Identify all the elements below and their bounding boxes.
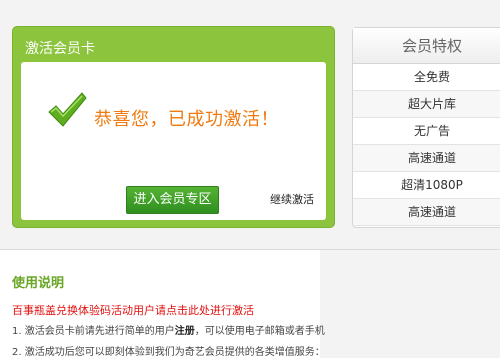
member-benefits-panel: 会员特权 全免费 超大片库 无广告 高速通道 超清1080P 高速通道 bbox=[352, 27, 500, 228]
benefit-item: 无广告 bbox=[353, 118, 500, 145]
success-message: 恭喜您，已成功激活！ bbox=[94, 109, 279, 130]
pepsi-activation-link[interactable]: 百事瓶盖兑换体验码活动用户请点击此处进行激活 bbox=[12, 302, 254, 318]
card-body: 恭喜您，已成功激活！ 进入会员专区 继续激活 bbox=[21, 62, 326, 220]
instructions-title: 使用说明 bbox=[12, 276, 65, 291]
instructions-section: 使用说明 百事瓶盖兑换体验码活动用户请点击此处进行激活 1. 激活会员卡前请先进… bbox=[0, 250, 325, 358]
benefit-item: 超大片库 bbox=[353, 91, 500, 118]
checkmark-icon bbox=[48, 92, 87, 127]
instruction-line-1: 1. 激活会员卡前请先进行简单的用户注册，可以使用电子邮箱或者手机 bbox=[12, 322, 325, 337]
instruction-line-2: 2. 激活成功后您可以即刻体验到我们为奇艺会员提供的各类增值服务： bbox=[12, 347, 325, 358]
instruction-text: ，可以使用电子邮箱或者手机 bbox=[194, 326, 325, 337]
card-title: 激活会员卡 bbox=[25, 41, 95, 57]
instruction-text: 1. 激活会员卡前请先进行简单的用户 bbox=[12, 326, 175, 337]
benefit-item: 全免费 bbox=[353, 64, 500, 91]
register-link[interactable]: 注册 bbox=[175, 326, 195, 337]
continue-activate-link[interactable]: 继续激活 bbox=[270, 191, 314, 207]
benefit-item: 高速通道 bbox=[353, 199, 500, 226]
benefit-item: 高速通道 bbox=[353, 145, 500, 172]
benefit-item: 超清1080P bbox=[353, 172, 500, 199]
activation-card: 激活会员卡 恭喜您，已成功激活！ 进入会员专区 继续激活 bbox=[12, 26, 335, 228]
benefits-title: 会员特权 bbox=[353, 28, 500, 64]
enter-member-zone-button[interactable]: 进入会员专区 bbox=[126, 186, 219, 214]
